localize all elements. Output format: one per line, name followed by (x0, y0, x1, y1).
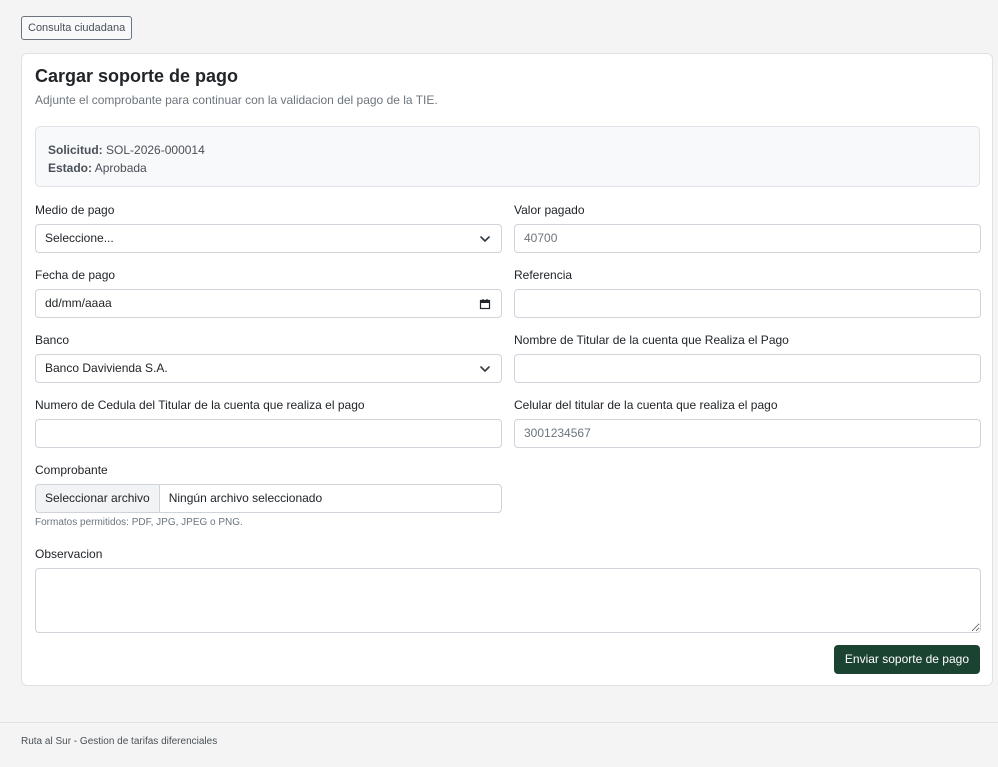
page-subtitle: Adjunte el comprobante para continuar co… (35, 93, 438, 107)
celular-titular-value: 3001234567 (524, 426, 591, 440)
cedula-titular-input[interactable] (35, 419, 502, 448)
comprobante-file-input[interactable]: Seleccionar archivo Ningún archivo selec… (35, 484, 502, 513)
estado-label: Estado: (48, 161, 93, 175)
footer-text: Ruta al Sur - Gestion de tarifas diferen… (21, 736, 218, 747)
nombre-titular-input[interactable] (514, 354, 981, 383)
medio-pago-select[interactable]: Seleccione... (35, 224, 502, 253)
observacion-textarea[interactable] (35, 568, 981, 633)
banco-value: Banco Davivienda S.A. (45, 361, 168, 375)
chevron-down-icon (479, 355, 491, 382)
referencia-input[interactable] (514, 289, 981, 318)
banco-label: Banco (35, 333, 70, 347)
observacion-label: Observacion (35, 547, 103, 561)
chevron-down-icon (479, 225, 491, 252)
celular-titular-label: Celular del titular de la cuenta que rea… (514, 398, 778, 412)
solicitud-value: SOL-2026-000014 (106, 143, 205, 157)
estado-row: Estado: Aprobada (48, 159, 967, 177)
referencia-label: Referencia (514, 268, 573, 282)
valor-pagado-input[interactable]: 40700 (514, 224, 981, 253)
payment-support-card: Cargar soporte de pago Adjunte el compro… (21, 53, 993, 686)
enviar-soporte-button[interactable]: Enviar soporte de pago (833, 645, 980, 674)
nombre-titular-label: Nombre de Titular de la cuenta que Reali… (514, 333, 789, 347)
fecha-pago-value: dd/mm/aaaa (45, 296, 112, 310)
file-status: Ningún archivo seleccionado (168, 491, 323, 505)
medio-pago-value: Seleccione... (45, 231, 114, 245)
request-summary: Solicitud: SOL-2026-000014 Estado: Aprob… (35, 126, 980, 187)
select-file-button[interactable]: Seleccionar archivo (36, 485, 160, 512)
fecha-pago-input[interactable]: dd/mm/aaaa (35, 289, 502, 318)
comprobante-label: Comprobante (35, 463, 108, 477)
fecha-pago-label: Fecha de pago (35, 268, 116, 282)
estado-value: Aprobada (94, 161, 147, 175)
comprobante-help: Formatos permitidos: PDF, JPG, JPEG o PN… (35, 517, 243, 528)
valor-pagado-value: 40700 (524, 231, 558, 245)
footer-divider (0, 722, 998, 723)
page-title: Cargar soporte de pago (35, 66, 239, 86)
cedula-titular-label: Numero de Cedula del Titular de la cuent… (35, 398, 365, 412)
banco-select[interactable]: Banco Davivienda S.A. (35, 354, 502, 383)
solicitud-row: Solicitud: SOL-2026-000014 (48, 141, 967, 159)
medio-pago-label: Medio de pago (35, 203, 115, 217)
celular-titular-input[interactable]: 3001234567 (514, 419, 981, 448)
calendar-icon[interactable] (479, 290, 491, 317)
consulta-ciudadana-button[interactable]: Consulta ciudadana (21, 16, 133, 40)
solicitud-label: Solicitud: (48, 143, 103, 157)
valor-pagado-label: Valor pagado (514, 203, 585, 217)
